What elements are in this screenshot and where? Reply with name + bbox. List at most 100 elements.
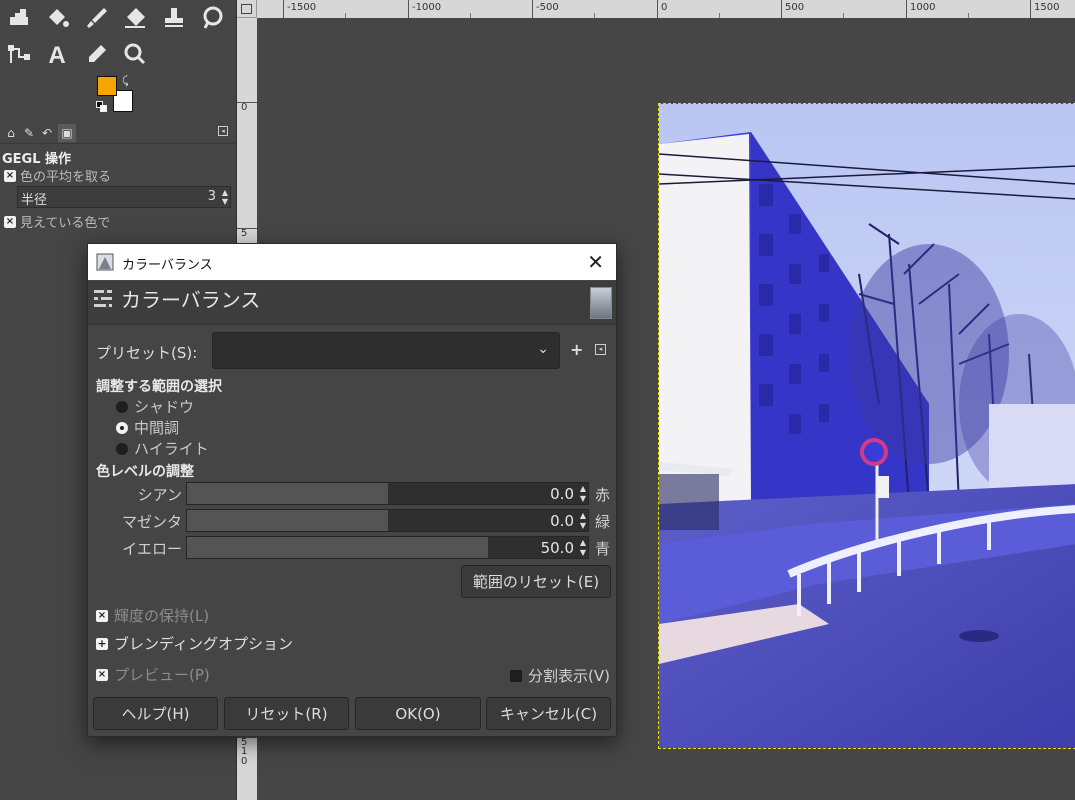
sample-average-checkbox[interactable]: × 色の平均を取る: [4, 166, 111, 185]
ruler-label: -1500: [283, 0, 316, 18]
sample-average-label: 色の平均を取る: [20, 170, 112, 185]
dock-menu-icon[interactable]: ◂: [218, 126, 228, 136]
slider-fill: [187, 537, 488, 558]
ruler-label: 1000: [906, 0, 935, 18]
range-option-label: 中間調: [134, 419, 180, 437]
green-label: 緑: [595, 513, 611, 531]
images-tab-icon[interactable]: ▣: [58, 124, 76, 142]
radius-label: 半径: [21, 193, 48, 208]
spin-arrows-icon[interactable]: ▲ ▼: [580, 484, 586, 504]
image-thumbnail: [590, 287, 612, 319]
ruler-label: 1500: [1030, 0, 1059, 18]
sample-merged-checkbox[interactable]: × 見えている色で: [4, 212, 110, 231]
radius-spinbox[interactable]: 半径 3 ▲ ▼: [17, 186, 231, 208]
blending-options-label: ブレンディングオプション: [114, 635, 293, 653]
radio-selected-icon[interactable]: [116, 421, 128, 434]
slider-value[interactable]: 0.0: [550, 485, 574, 503]
add-preset-icon[interactable]: +: [570, 340, 583, 359]
radio-icon[interactable]: [116, 400, 128, 413]
range-section-title: 調整する範囲の選択: [96, 379, 222, 395]
red-label: 赤: [595, 486, 611, 504]
checkbox-unchecked-icon[interactable]: [510, 669, 523, 682]
swap-colors-icon[interactable]: ⤹: [122, 74, 129, 88]
range-midtones-radio[interactable]: 中間調: [116, 417, 179, 438]
ruler-label: 1: [241, 746, 248, 757]
quick-mask-corner-icon[interactable]: [237, 0, 257, 18]
checkbox-checked-icon[interactable]: ×: [4, 169, 16, 182]
device-status-tab-icon[interactable]: ✎: [20, 124, 38, 142]
bucket-fill-icon[interactable]: [40, 2, 74, 34]
clone-stamp-icon[interactable]: [157, 2, 191, 34]
text-tool-icon[interactable]: A: [40, 38, 74, 70]
move-tool-icon[interactable]: [2, 2, 36, 34]
reset-range-button[interactable]: 範囲のリセット(E): [461, 565, 611, 598]
color-balance-dialog: カラーバランス ✕ カラーバランス プリセット(S): ⌄ + ◂ 調整する範囲…: [87, 243, 617, 737]
reset-button[interactable]: リセット(R): [224, 697, 349, 730]
dialog-header: カラーバランス: [88, 281, 616, 325]
cancel-button[interactable]: キャンセル(C): [486, 697, 611, 730]
range-option-label: ハイライト: [134, 440, 209, 458]
cyan-label: シアン: [137, 486, 182, 504]
eraser-icon[interactable]: [118, 2, 152, 34]
sample-merged-label: 見えている色で: [20, 216, 111, 231]
paths-icon[interactable]: [2, 38, 36, 70]
street-photo-image: [659, 104, 1075, 748]
image-layer[interactable]: [658, 103, 1075, 749]
ok-button[interactable]: OK(O): [355, 697, 481, 730]
magenta-green-slider[interactable]: 0.0 ▲ ▼: [186, 509, 589, 532]
spin-arrows-icon[interactable]: ▲ ▼: [580, 538, 586, 558]
chevron-down-icon[interactable]: ⌄: [537, 341, 549, 357]
expand-icon[interactable]: +: [96, 637, 108, 650]
zoom-icon[interactable]: [118, 38, 152, 70]
ruler-label: 0: [237, 102, 257, 113]
yellow-blue-slider[interactable]: 50.0 ▲ ▼: [186, 536, 589, 559]
default-colors-icon[interactable]: [96, 101, 108, 113]
undo-history-tab-icon[interactable]: ↶: [38, 124, 56, 142]
slider-value[interactable]: 0.0: [550, 512, 574, 530]
smudge-icon[interactable]: [196, 2, 230, 34]
ruler-label: 5: [237, 228, 257, 239]
checkbox-checked-icon[interactable]: ×: [96, 668, 108, 681]
preserve-luminosity-label: 輝度の保持(L): [114, 607, 210, 625]
preset-menu-icon[interactable]: ◂: [595, 344, 606, 355]
gimp-app-icon: [96, 253, 114, 271]
ruler-label: -1000: [408, 0, 441, 18]
ruler-label: -500: [532, 0, 559, 18]
dialog-window-title: カラーバランス: [122, 258, 213, 273]
radius-value[interactable]: 3: [208, 189, 216, 204]
split-view-label: 分割表示(V): [528, 667, 610, 685]
magenta-label: マゼンタ: [121, 513, 182, 531]
ruler-label: 500: [781, 0, 804, 18]
close-icon[interactable]: ✕: [587, 250, 604, 274]
checkbox-checked-icon[interactable]: ×: [4, 215, 16, 228]
tool-options-tab-icon[interactable]: ⌂: [2, 124, 20, 142]
preserve-luminosity-checkbox[interactable]: × 輝度の保持(L): [96, 605, 209, 626]
cyan-red-slider[interactable]: 0.0 ▲ ▼: [186, 482, 589, 505]
fg-bg-color-swatches[interactable]: ⤹: [94, 74, 138, 114]
paintbrush-icon[interactable]: [80, 2, 114, 34]
foreground-color-swatch[interactable]: [97, 76, 117, 96]
help-button[interactable]: ヘルプ(H): [93, 697, 218, 730]
dialog-titlebar[interactable]: カラーバランス ✕: [88, 244, 616, 280]
svg-text:A: A: [48, 42, 65, 67]
range-highlights-radio[interactable]: ハイライト: [116, 438, 209, 459]
blending-options-expander[interactable]: + ブレンディングオプション: [96, 633, 293, 654]
color-picker-icon[interactable]: [80, 38, 114, 70]
radio-icon[interactable]: [116, 442, 128, 455]
horizontal-ruler[interactable]: -1500 -1000 -500 0 500 1000 1500: [257, 0, 1075, 18]
range-shadows-radio[interactable]: シャドウ: [116, 396, 194, 417]
preset-combobox[interactable]: ⌄: [212, 332, 560, 369]
dock-tabs: ⌂ ✎ ↶ ▣: [0, 122, 236, 144]
blue-label: 青: [595, 540, 611, 558]
tool-options-title: GEGL 操作: [2, 152, 72, 167]
preview-label: プレビュー(P): [114, 666, 210, 684]
slider-fill: [187, 483, 388, 504]
checkbox-checked-icon[interactable]: ×: [96, 609, 108, 622]
slider-value[interactable]: 50.0: [541, 539, 574, 557]
color-balance-icon: [94, 288, 112, 309]
spin-arrows-icon[interactable]: ▲ ▼: [580, 511, 586, 531]
slider-fill: [187, 510, 388, 531]
spin-arrows-icon[interactable]: ▲ ▼: [222, 188, 228, 206]
split-view-checkbox[interactable]: 分割表示(V): [510, 665, 610, 686]
preview-checkbox[interactable]: × プレビュー(P): [96, 664, 210, 685]
